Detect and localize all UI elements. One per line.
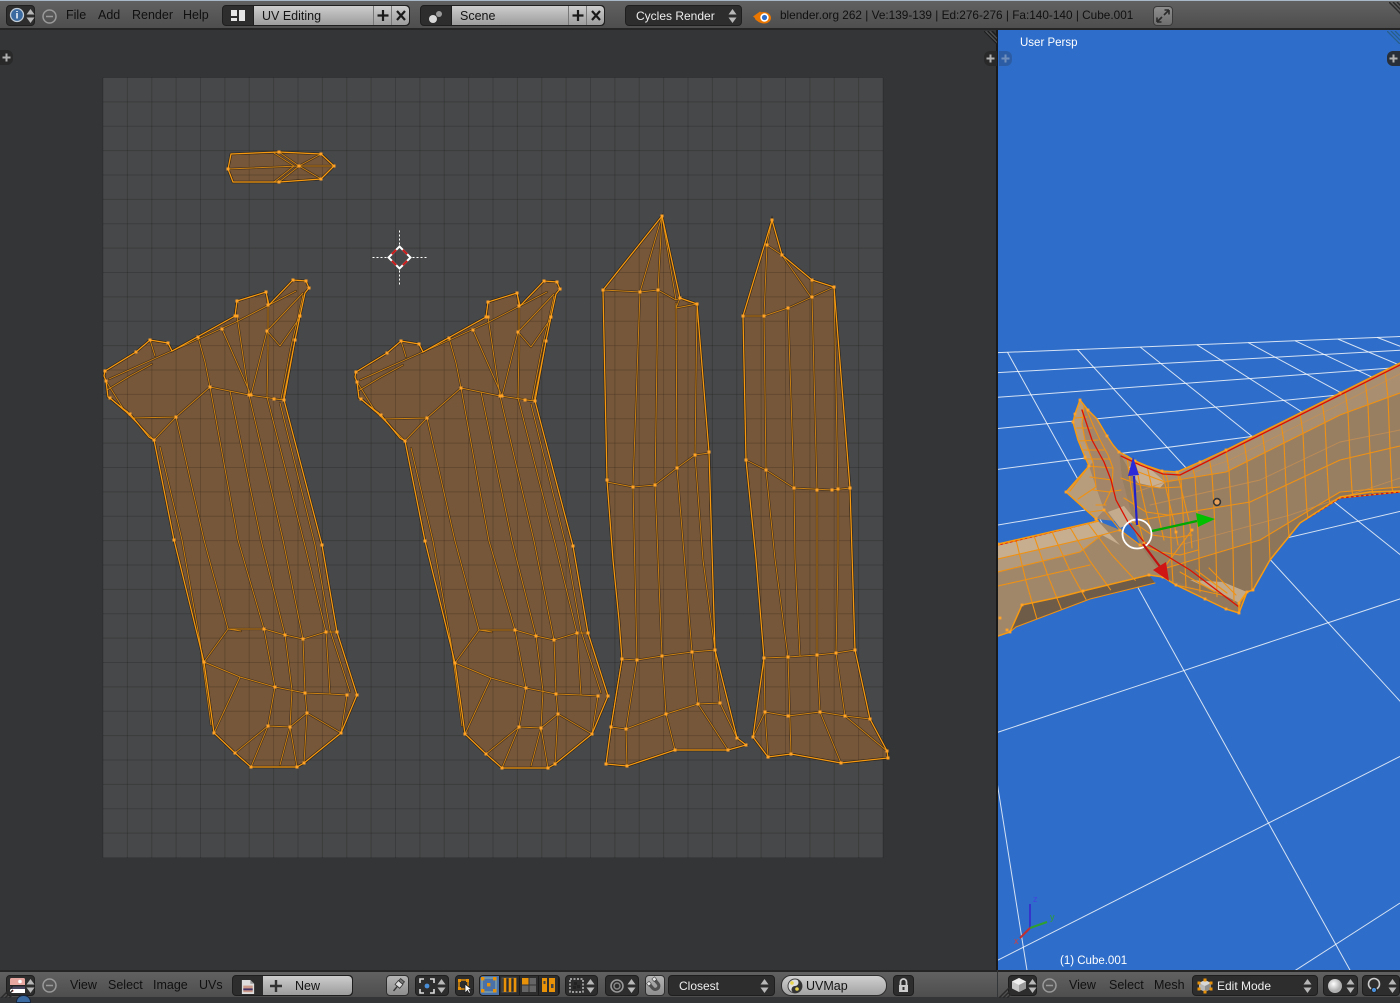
svg-text:i: i [16,11,19,22]
svg-text:x: x [1014,936,1019,946]
svg-text:y: y [1050,912,1055,922]
svg-text:z: z [1033,894,1038,904]
svg-text:User Persp: User Persp [1020,37,1078,49]
svg-text:(1) Cube.001: (1) Cube.001 [1060,955,1127,967]
